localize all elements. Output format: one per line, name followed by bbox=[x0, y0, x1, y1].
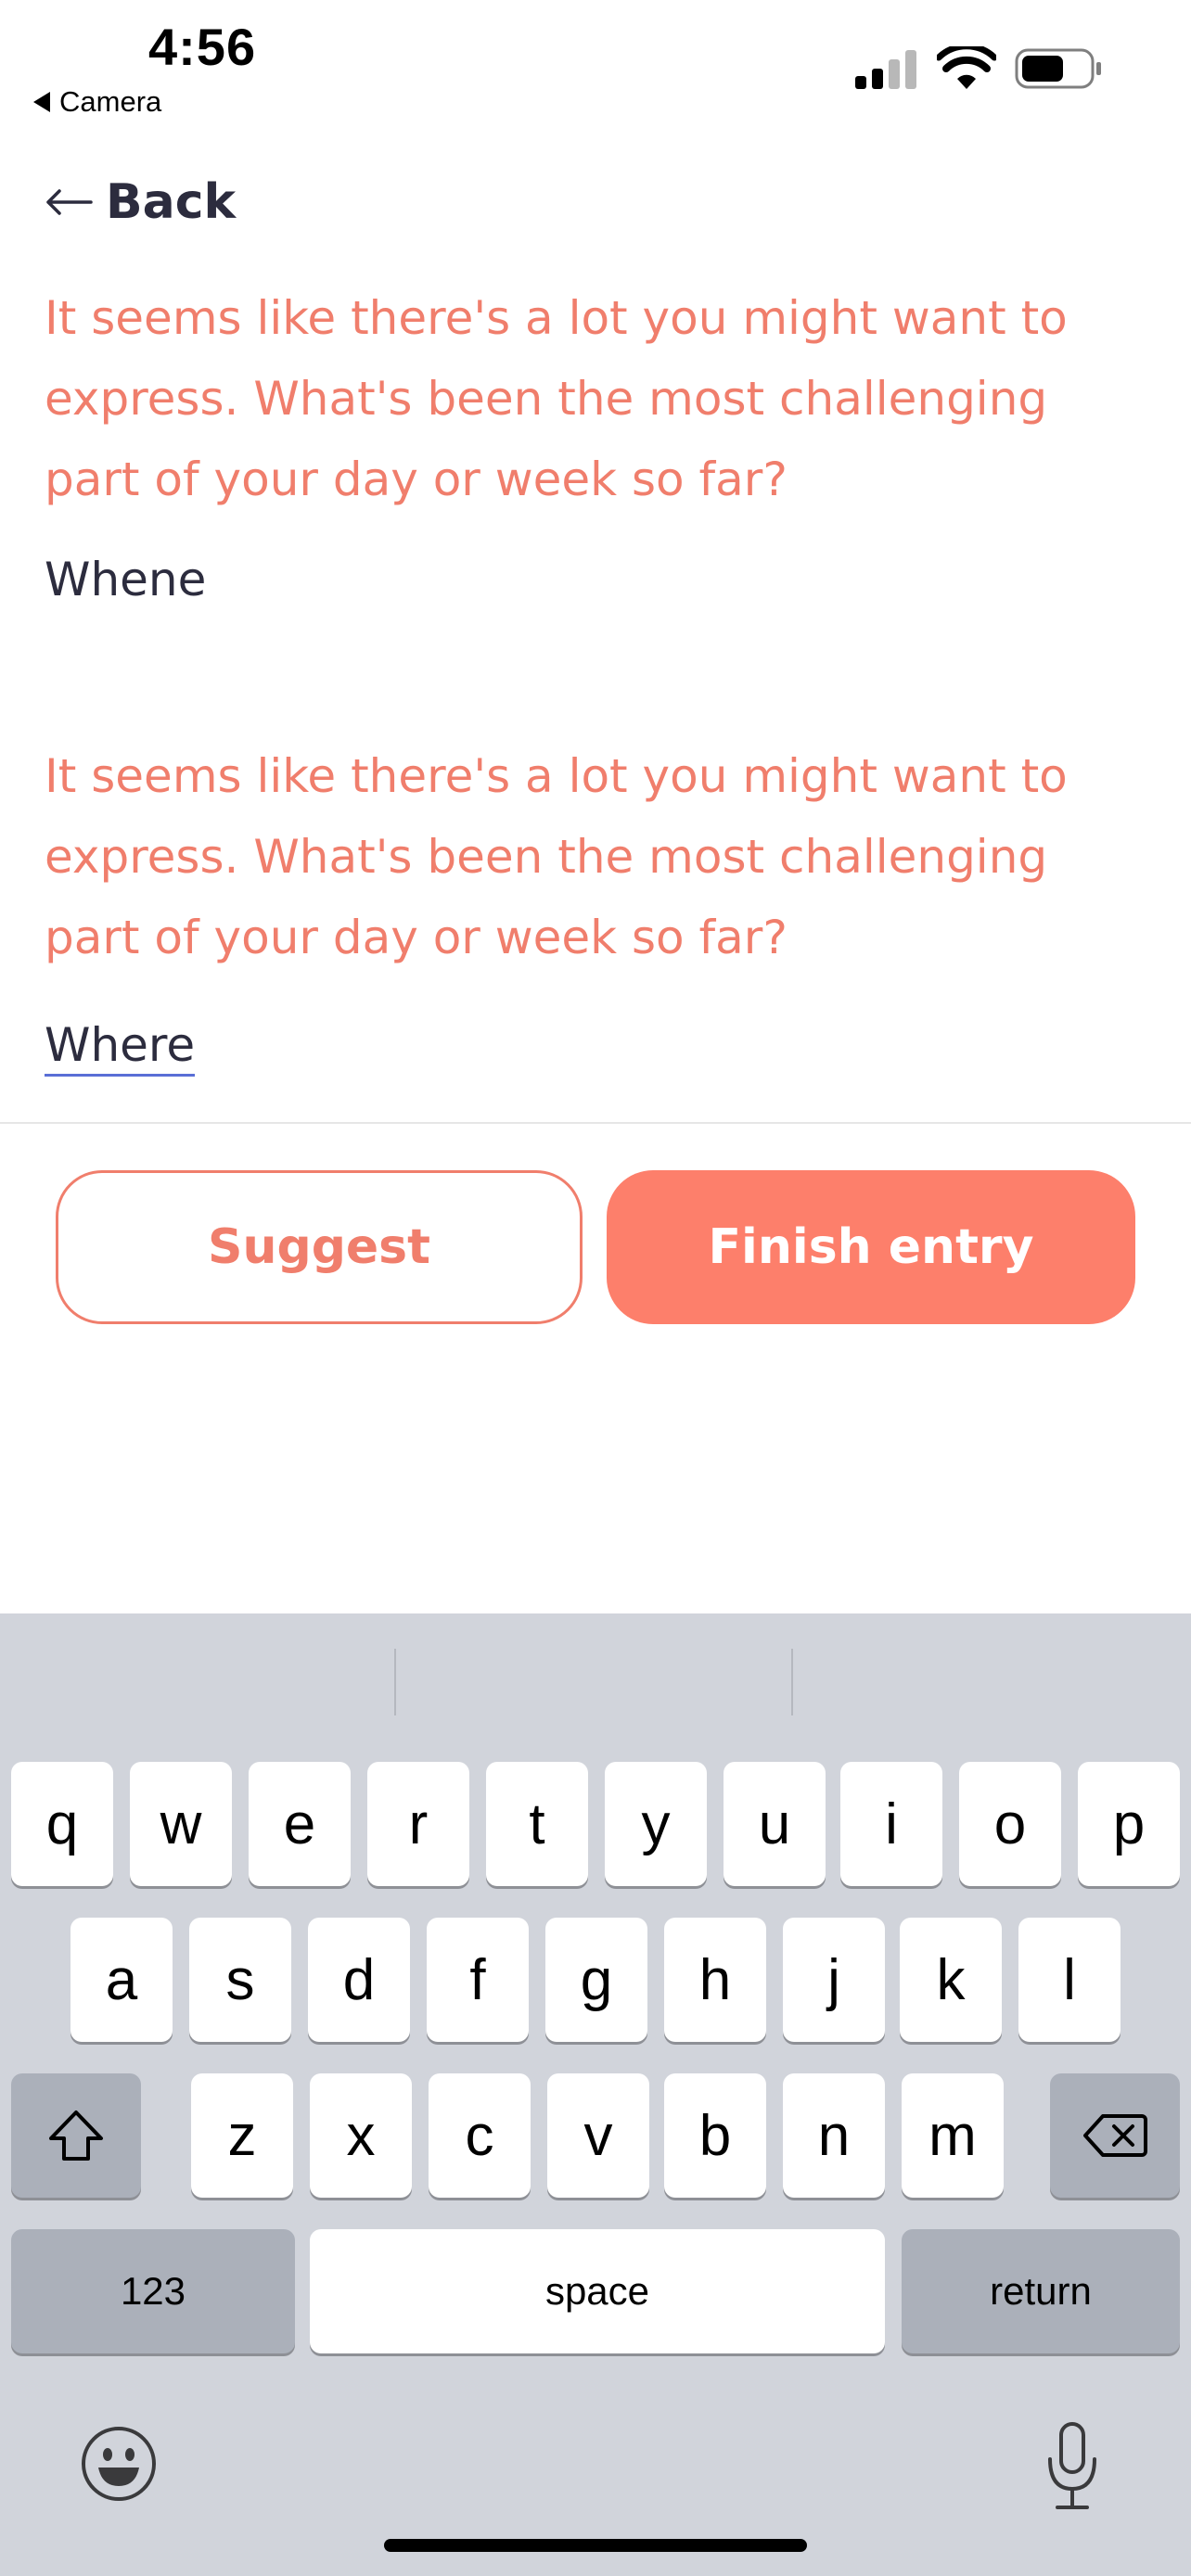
delete-key[interactable] bbox=[1050, 2073, 1180, 2198]
key-z[interactable]: z bbox=[191, 2073, 293, 2198]
suggestion-separator bbox=[791, 1649, 793, 1715]
cellular-signal-icon bbox=[855, 50, 916, 89]
return-key[interactable]: return bbox=[902, 2229, 1180, 2353]
arrow-left-icon bbox=[46, 189, 93, 215]
emoji-icon[interactable] bbox=[80, 2425, 158, 2503]
key-q[interactable]: q bbox=[11, 1762, 113, 1886]
back-to-app-label: Camera bbox=[59, 85, 162, 118]
key-k[interactable]: k bbox=[900, 1918, 1002, 2042]
key-e[interactable]: e bbox=[249, 1762, 351, 1886]
battery-icon bbox=[1015, 48, 1101, 89]
key-o[interactable]: o bbox=[959, 1762, 1061, 1886]
user-answer[interactable]: Whene bbox=[45, 553, 206, 606]
key-c[interactable]: c bbox=[429, 2073, 531, 2198]
key-v[interactable]: v bbox=[547, 2073, 649, 2198]
shift-icon bbox=[49, 2111, 103, 2161]
key-t[interactable]: t bbox=[486, 1762, 588, 1886]
space-key[interactable]: space bbox=[310, 2229, 885, 2353]
key-i[interactable]: i bbox=[840, 1762, 942, 1886]
key-p[interactable]: p bbox=[1078, 1762, 1180, 1886]
finish-entry-button[interactable]: Finish entry bbox=[607, 1170, 1135, 1324]
key-f[interactable]: f bbox=[427, 1918, 529, 2042]
back-triangle-icon bbox=[33, 92, 50, 112]
backspace-icon bbox=[1083, 2114, 1147, 2157]
key-r[interactable]: r bbox=[367, 1762, 469, 1886]
shift-key[interactable] bbox=[11, 2073, 141, 2198]
status-time: 4:56 bbox=[148, 18, 257, 76]
divider bbox=[0, 1122, 1191, 1124]
suggest-button[interactable]: Suggest bbox=[56, 1170, 583, 1324]
back-button[interactable]: Back bbox=[45, 174, 236, 230]
suggestion-separator bbox=[394, 1649, 396, 1715]
back-to-app-link[interactable]: Camera bbox=[33, 85, 161, 119]
home-indicator bbox=[384, 2539, 807, 2552]
keyboard: q w e r t y u i o p a s d f g h j k l z … bbox=[0, 1613, 1191, 2576]
key-n[interactable]: n bbox=[783, 2073, 885, 2198]
key-x[interactable]: x bbox=[310, 2073, 412, 2198]
ai-prompt: It seems like there's a lot you might wa… bbox=[45, 749, 1068, 964]
key-a[interactable]: a bbox=[70, 1918, 173, 2042]
microphone-icon[interactable] bbox=[1044, 2420, 1100, 2511]
key-g[interactable]: g bbox=[545, 1918, 647, 2042]
ai-prompt: It seems like there's a lot you might wa… bbox=[45, 291, 1068, 506]
key-b[interactable]: b bbox=[664, 2073, 766, 2198]
key-m[interactable]: m bbox=[902, 2073, 1004, 2198]
wifi-icon bbox=[937, 46, 996, 89]
back-label: Back bbox=[106, 174, 237, 230]
key-j[interactable]: j bbox=[783, 1918, 885, 2042]
key-d[interactable]: d bbox=[308, 1918, 410, 2042]
key-w[interactable]: w bbox=[130, 1762, 232, 1886]
numbers-key[interactable]: 123 bbox=[11, 2229, 295, 2353]
key-y[interactable]: y bbox=[605, 1762, 707, 1886]
key-h[interactable]: h bbox=[664, 1918, 766, 2042]
key-u[interactable]: u bbox=[724, 1762, 826, 1886]
key-s[interactable]: s bbox=[189, 1918, 291, 2042]
key-l[interactable]: l bbox=[1018, 1918, 1121, 2042]
answer-input[interactable]: Where bbox=[45, 1016, 196, 1077]
